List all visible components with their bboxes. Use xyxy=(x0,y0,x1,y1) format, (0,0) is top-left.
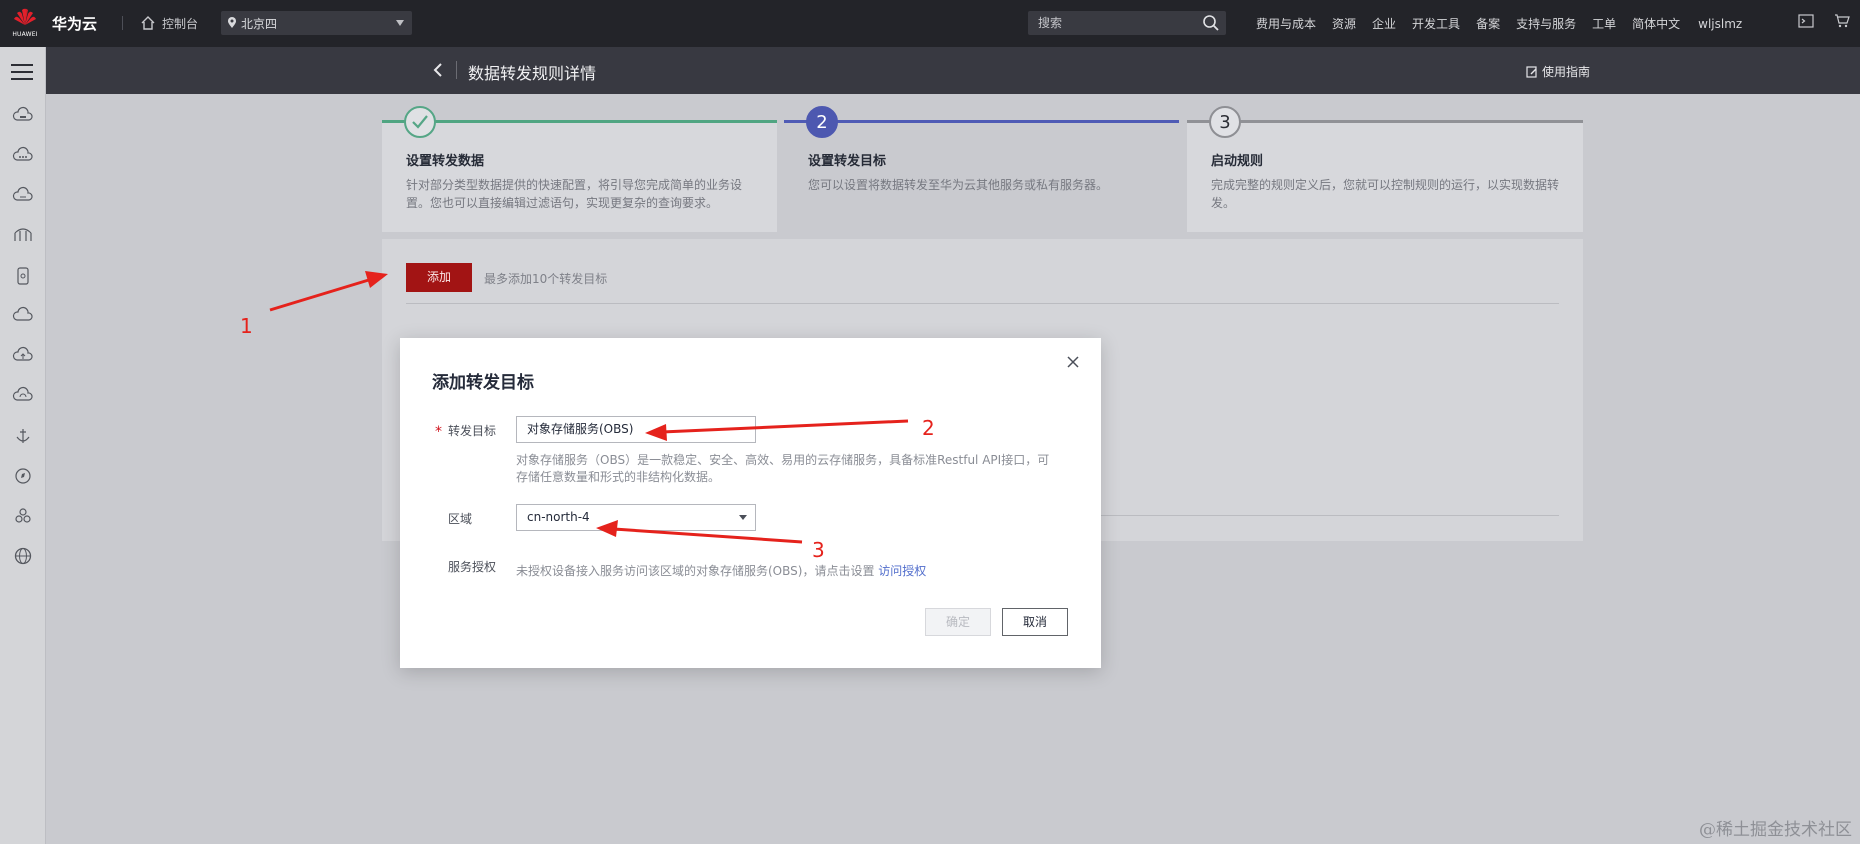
logo-wordmark: HUAWEI xyxy=(12,31,38,38)
top-icon-group xyxy=(1798,14,1850,28)
region-label: 北京四 xyxy=(241,16,278,31)
required-marker: * xyxy=(435,424,442,440)
cloud-server-icon[interactable] xyxy=(12,105,34,127)
edit-doc-icon xyxy=(1526,65,1537,78)
step-title: 设置转发目标 xyxy=(808,154,887,169)
step-description: 针对部分类型数据提供的快速配置，将引导您完成简单的业务设置。您也可以直接编辑过滤… xyxy=(406,178,743,210)
chevron-down-icon xyxy=(396,20,404,26)
cloud-upload-icon[interactable] xyxy=(12,345,34,367)
target-help-text: 对象存储服务（OBS）是一款稳定、安全、高效、易用的云存储服务，具备标准Rest… xyxy=(516,453,1050,484)
home-icon xyxy=(141,16,155,30)
access-authorization-link[interactable]: 访问授权 xyxy=(878,564,926,578)
region-value: cn-north-4 xyxy=(527,510,590,524)
location-pin-icon xyxy=(228,17,236,28)
region-selector[interactable]: 北京四 xyxy=(221,11,412,35)
cart-icon[interactable] xyxy=(1834,14,1850,28)
page-header: 数据转发规则详情 使用指南 xyxy=(46,47,1860,94)
confirm-button[interactable]: 确定 xyxy=(925,608,991,636)
step-description: 完成完整的规则定义后，您就可以控制规则的运行，以实现数据转发。 xyxy=(1211,178,1560,210)
device-icon[interactable] xyxy=(12,265,34,287)
target-label: 转发目标 xyxy=(448,424,497,438)
auth-label: 服务授权 xyxy=(448,560,497,574)
top-navbar: HUAWEI 华为云 控制台 北京四 搜索 费用与成本 资源 企业 开发工具 备… xyxy=(0,0,1860,47)
annotation-number-2: 2 xyxy=(922,416,935,440)
auth-text: 未授权设备接入服务访问该区域的对象存储服务(OBS)，请点击设置 访问授权 xyxy=(516,562,926,579)
step-set-forward-data[interactable]: 设置转发数据 针对部分类型数据提供的快速配置，将引导您完成简单的业务设置。您也可… xyxy=(382,106,777,232)
divider xyxy=(406,303,1559,304)
cluster-icon[interactable] xyxy=(12,505,34,527)
user-guide-link[interactable]: 使用指南 xyxy=(1526,63,1590,80)
target-value: 对象存储服务(OBS) xyxy=(527,422,634,436)
divider xyxy=(456,61,457,79)
top-nav-menu: 费用与成本 资源 企业 开发工具 备案 支持与服务 工单 简体中文 wljslm… xyxy=(1248,0,1752,47)
nav-support[interactable]: 支持与服务 xyxy=(1508,15,1584,32)
nav-enterprise[interactable]: 企业 xyxy=(1364,15,1404,32)
back-arrow-icon[interactable] xyxy=(432,61,444,79)
step-title: 启动规则 xyxy=(1211,154,1264,169)
search-placeholder: 搜索 xyxy=(1038,16,1063,30)
cloud-sync-icon[interactable] xyxy=(12,385,34,407)
nav-resources[interactable]: 资源 xyxy=(1324,15,1364,32)
nav-billing[interactable]: 费用与成本 xyxy=(1248,15,1324,32)
add-limit-hint: 最多添加10个转发目标 xyxy=(484,272,608,286)
huawei-logo[interactable]: HUAWEI xyxy=(10,7,40,39)
cloud-storage-icon[interactable] xyxy=(12,185,34,207)
search-icon[interactable] xyxy=(1202,14,1220,32)
service-sidebar xyxy=(0,47,46,844)
huawei-petals-icon xyxy=(14,8,36,25)
console-label: 控制台 xyxy=(162,16,199,31)
compass-icon[interactable] xyxy=(12,465,34,487)
step-number: 3 xyxy=(1209,106,1241,138)
annotation-number-3: 3 xyxy=(812,538,825,562)
watermark: @稀土掘金技术社区 xyxy=(1699,820,1852,840)
globe-icon[interactable] xyxy=(12,545,34,567)
guide-label: 使用指南 xyxy=(1541,65,1590,79)
nav-icp[interactable]: 备案 xyxy=(1468,15,1508,32)
step-title: 设置转发数据 xyxy=(406,154,485,169)
add-target-dialog: 添加转发目标 * 转发目标 对象存储服务(OBS) 对象存储服务（OBS）是一款… xyxy=(400,338,1101,668)
region-select[interactable]: cn-north-4 xyxy=(516,504,756,531)
cloud-network-icon[interactable] xyxy=(12,145,34,167)
nav-tickets[interactable]: 工单 xyxy=(1584,15,1624,32)
step-number: 2 xyxy=(806,106,838,138)
step-start-rule[interactable]: 3 启动规则 完成完整的规则定义后，您就可以控制规则的运行，以实现数据转发。 xyxy=(1187,106,1583,232)
auth-description: 未授权设备接入服务访问该区域的对象存储服务(OBS)，请点击设置 xyxy=(516,564,875,578)
region-label: 区域 xyxy=(448,512,473,526)
step-set-forward-target[interactable]: 2 设置转发目标 您可以设置将数据转发至华为云其他服务或私有服务器。 xyxy=(784,106,1179,232)
bridge-icon[interactable] xyxy=(12,225,34,247)
step-description: 您可以设置将数据转发至华为云其他服务或私有服务器。 xyxy=(808,178,1109,192)
nav-language[interactable]: 简体中文 xyxy=(1624,15,1688,32)
cloud-icon[interactable] xyxy=(12,305,34,327)
target-select[interactable]: 对象存储服务(OBS) xyxy=(516,416,756,443)
anchor-icon[interactable] xyxy=(12,425,34,447)
user-menu[interactable]: wljslmz xyxy=(1688,17,1752,31)
close-icon[interactable] xyxy=(1065,354,1081,370)
dialog-title: 添加转发目标 xyxy=(432,373,534,393)
divider xyxy=(122,16,123,30)
page-title: 数据转发规则详情 xyxy=(468,64,597,83)
add-target-button[interactable]: 添加 xyxy=(406,263,472,292)
cancel-button[interactable]: 取消 xyxy=(1002,608,1068,636)
hamburger-menu-icon[interactable] xyxy=(11,64,33,85)
console-link[interactable]: 控制台 xyxy=(140,12,198,34)
brand-name[interactable]: 华为云 xyxy=(52,13,97,34)
terminal-icon[interactable] xyxy=(1798,14,1814,28)
global-search-input[interactable]: 搜索 xyxy=(1028,11,1226,35)
check-icon xyxy=(404,106,436,138)
annotation-number-1: 1 xyxy=(240,314,253,338)
chevron-down-icon xyxy=(739,515,747,520)
nav-devtools[interactable]: 开发工具 xyxy=(1404,15,1468,32)
arrow-1-line xyxy=(269,277,373,312)
